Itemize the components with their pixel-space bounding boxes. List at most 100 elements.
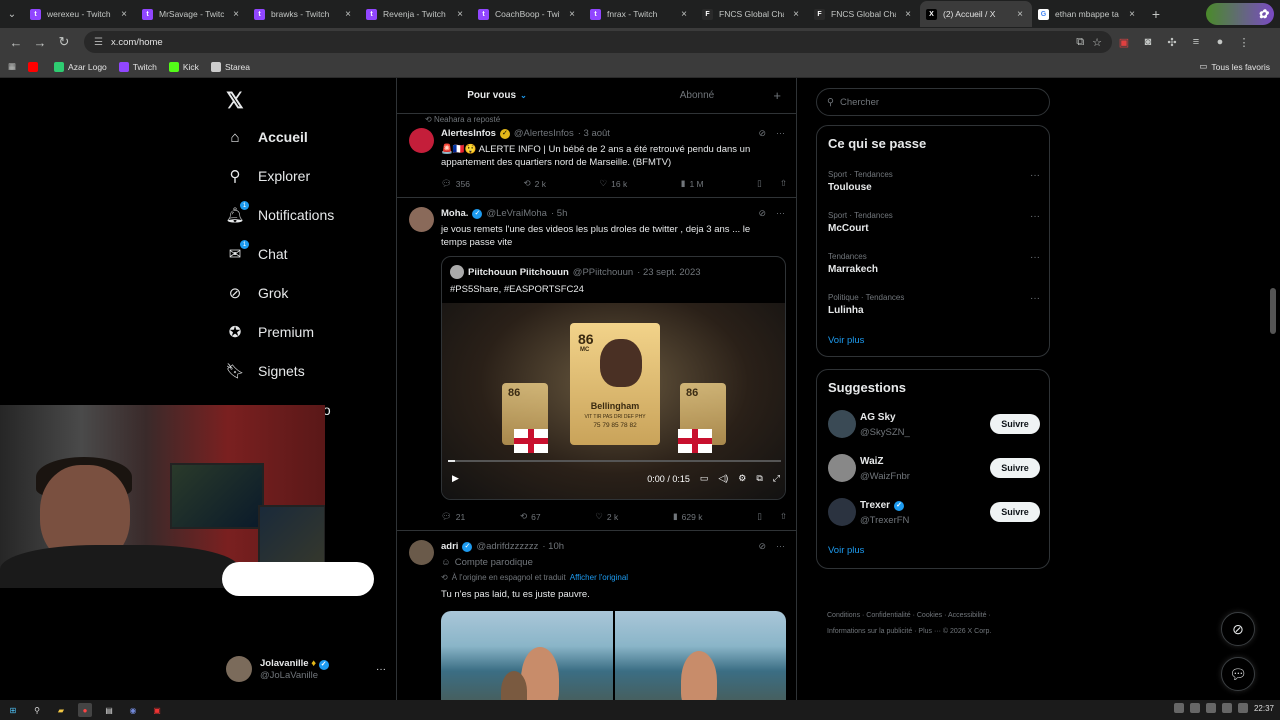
author-handle[interactable]: @adrifdzzzzzz: [476, 541, 538, 552]
close-icon[interactable]: ×: [678, 9, 690, 20]
bookmark-button[interactable]: ▯ ⇧: [757, 511, 787, 522]
trend-item[interactable]: Politique · Tendances Lulinha ···: [828, 293, 1040, 316]
nav-item-explorer[interactable]: ⚲ Explorer: [226, 167, 311, 185]
close-icon[interactable]: ×: [454, 9, 466, 20]
tweet[interactable]: adri ✓ @adrifdzzzzzz · 10h ⊘ ··· ☺ Compte …: [397, 531, 796, 700]
tweet-photo[interactable]: [614, 611, 786, 700]
close-icon[interactable]: ×: [566, 9, 578, 20]
follow-button[interactable]: Suivre: [990, 502, 1040, 522]
close-icon[interactable]: ×: [342, 9, 354, 20]
tweet[interactable]: Moha. ✓ @LeVraiMoha · 5h ⊘ ··· je vous re…: [397, 198, 796, 531]
x-logo-icon[interactable]: 𝕏: [226, 88, 244, 114]
close-icon[interactable]: ×: [118, 9, 130, 20]
grok-fab-icon[interactable]: ⊘: [1221, 612, 1255, 646]
messages-fab-icon[interactable]: 💬︎: [1221, 657, 1255, 691]
grok-icon[interactable]: ⊘: [758, 128, 766, 139]
more-icon[interactable]: ···: [376, 664, 386, 675]
close-icon[interactable]: ×: [790, 9, 802, 20]
views-button[interactable]: ▮ 629 k: [673, 511, 702, 522]
views-button[interactable]: ▮ 1 M: [681, 178, 704, 189]
share-icon[interactable]: ⇧: [780, 178, 787, 189]
tray-icon[interactable]: [1189, 703, 1200, 713]
avatar-icon[interactable]: ●: [1208, 36, 1232, 48]
profile-badge[interactable]: ✿: [1206, 3, 1274, 25]
trend-item[interactable]: Sport · Tendances Toulouse ···: [828, 170, 1040, 193]
reply-button[interactable]: 💬︎ 21: [441, 511, 465, 522]
avatar[interactable]: [828, 410, 856, 438]
chrome-icon[interactable]: ●: [78, 703, 92, 717]
app-icon[interactable]: ▣: [150, 703, 164, 717]
star-icon[interactable]: ☆: [1092, 36, 1102, 49]
account-switcher[interactable]: Jolavanille ♦ ✓ @JoLaVanille ···: [226, 656, 386, 682]
more-icon[interactable]: ···: [776, 208, 785, 219]
close-icon[interactable]: ×: [1014, 9, 1026, 20]
tweet-photos[interactable]: [441, 611, 786, 700]
author-name[interactable]: AlertesInfos: [441, 128, 496, 139]
trends-see-more-link[interactable]: Voir plus: [828, 335, 864, 346]
footer-line[interactable]: Informations sur la publicité · Plus ···…: [827, 624, 1047, 640]
windows-start-icon[interactable]: ⊞: [6, 703, 20, 717]
video-progress-bar[interactable]: [448, 460, 781, 462]
browser-tab[interactable]: Gethan mbappe ta ×: [1032, 1, 1144, 27]
browser-tab[interactable]: X (2) Accueil / X ×: [920, 1, 1032, 27]
bookmark-item[interactable]: Kick: [168, 61, 199, 72]
author-handle[interactable]: @LeVraiMoha: [486, 208, 547, 219]
tray-icon[interactable]: [1237, 703, 1248, 713]
site-info-icon[interactable]: ☰: [94, 37, 103, 48]
nav-item-notifications[interactable]: 🔔︎ 1 Notifications: [225, 201, 334, 224]
author-handle[interactable]: @AlertesInfos: [514, 128, 574, 139]
bookmark-item[interactable]: Azar Logo: [54, 61, 107, 72]
browser-tab[interactable]: t Revenja - Twitch ×: [360, 1, 472, 27]
show-original-link[interactable]: Afficher l'original: [570, 573, 628, 582]
share-icon[interactable]: ⇧: [780, 511, 787, 522]
tray-icon[interactable]: [1205, 703, 1216, 713]
nav-item-chat[interactable]: ✉ 1 Chat: [226, 240, 288, 263]
tab-search-icon[interactable]: ⌄: [0, 0, 24, 28]
back-icon[interactable]: ←: [4, 35, 28, 50]
task-view-icon[interactable]: ▤: [102, 703, 116, 717]
grok-icon[interactable]: ⊘: [758, 208, 766, 219]
file-explorer-icon[interactable]: ▰: [54, 703, 68, 717]
tab-for-you[interactable]: Pour vous ⌄: [397, 78, 597, 113]
author-name[interactable]: adri: [441, 541, 458, 552]
quoted-tweet[interactable]: Piitchouun Piitchouun @PPiitchouun · 23 …: [441, 256, 786, 500]
bookmark-item[interactable]: [28, 61, 42, 72]
more-icon[interactable]: ···: [1030, 211, 1040, 222]
browser-tab[interactable]: t brawks - Twitch ×: [248, 1, 360, 27]
repost-button[interactable]: ⟲ 67: [520, 511, 541, 522]
url-bar[interactable]: ☰ x.com/home ⧉ ☆: [84, 31, 1112, 53]
tweet-time[interactable]: · 5h: [551, 208, 567, 219]
more-icon[interactable]: ···: [1030, 252, 1040, 263]
nav-item-grok[interactable]: ⊘ Grok: [226, 284, 289, 302]
suggestion-item[interactable]: AG Sky @SkySZN_ Suivre: [828, 410, 1040, 440]
discord-icon[interactable]: ◉: [126, 703, 140, 717]
bookmark-button[interactable]: ▯ ⇧: [757, 178, 787, 189]
more-icon[interactable]: ···: [776, 541, 785, 552]
avatar[interactable]: [409, 540, 434, 565]
close-icon[interactable]: ×: [1126, 9, 1138, 20]
tweet-time[interactable]: · 10h: [542, 541, 564, 552]
avatar[interactable]: [409, 128, 434, 153]
avatar[interactable]: [828, 454, 856, 482]
reply-button[interactable]: 💬︎ 356: [441, 178, 470, 189]
avatar[interactable]: [409, 207, 434, 232]
browser-tab[interactable]: t CoachBoop - Twitch ×: [472, 1, 584, 27]
avatar[interactable]: [828, 498, 856, 526]
author-name[interactable]: Moha.: [441, 208, 468, 219]
tab-following[interactable]: Abonné: [597, 78, 796, 113]
tray-icon[interactable]: [1221, 703, 1232, 713]
puzzle-icon[interactable]: ✣: [1160, 36, 1184, 49]
browser-tab[interactable]: t MrSavage - Twitch ×: [136, 1, 248, 27]
trend-item[interactable]: Tendances Marrakech ···: [828, 252, 1040, 275]
suggestion-item[interactable]: WaiZ @WaizFnbr Suivre: [828, 454, 1040, 484]
fullscreen-icon[interactable]: ⤢: [773, 473, 780, 484]
all-bookmarks[interactable]: ▭ Tous les favoris: [1199, 61, 1270, 72]
nav-item-accueil[interactable]: ⌂ Accueil: [226, 128, 307, 146]
browser-tab[interactable]: F FNCS Global Champ ×: [696, 1, 808, 27]
tweet-photo[interactable]: [441, 611, 613, 700]
video-player[interactable]: 86 86 86 MC Bellingham VIT TIR PAS DRI D…: [442, 303, 785, 499]
new-tab-button[interactable]: +: [1144, 6, 1168, 22]
footer-line[interactable]: Conditions · Confidentialité · Cookies ·…: [827, 608, 1047, 624]
more-icon[interactable]: ···: [1030, 293, 1040, 304]
tray-icon[interactable]: [1173, 703, 1184, 713]
